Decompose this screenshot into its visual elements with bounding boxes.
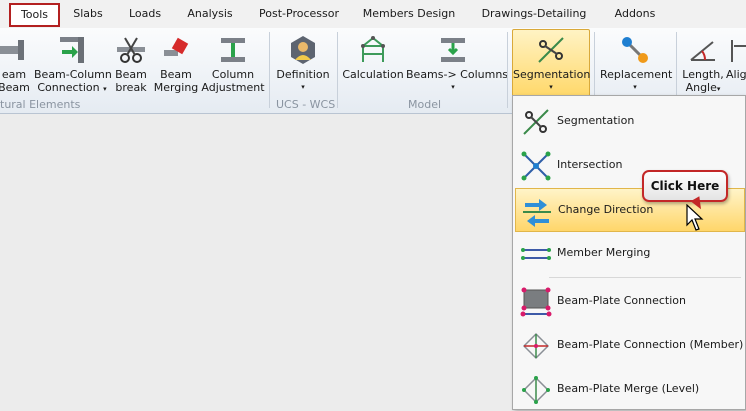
frame-icon — [361, 36, 385, 62]
align-icon — [731, 40, 746, 62]
chevron-down-icon: ▾ — [103, 85, 107, 93]
tab-tools[interactable]: Tools — [9, 3, 60, 27]
ribbon-separator — [507, 32, 508, 108]
scissors-icon — [538, 37, 564, 63]
menu-item-member-merging[interactable]: Member Merging — [515, 232, 743, 274]
beam-beam-label-2: Beam — [0, 81, 30, 94]
beam-column-label: Beam-Column — [34, 68, 112, 81]
beam-beam-label: eam — [1, 68, 27, 81]
chevron-down-icon: ▾ — [301, 83, 305, 91]
scissors-icon — [117, 37, 145, 63]
beam-break-label-2: break — [115, 81, 147, 94]
tab-drawings-detailing[interactable]: Drawings-Detailing — [478, 5, 590, 23]
beam-column-icon — [60, 37, 84, 63]
beam-column-label-2: Connection — [37, 81, 100, 94]
tab-slabs[interactable]: Slabs — [66, 5, 110, 23]
menu-item-label: Intersection — [557, 158, 623, 171]
tab-members-design[interactable]: Members Design — [360, 5, 458, 23]
menu-item-beam-plate-connection-member[interactable]: Beam-Plate Connection (Member) — [515, 324, 743, 366]
menu-item-label: Segmentation — [557, 114, 635, 127]
menu-item-label: Change Direction — [558, 203, 654, 216]
change-direction-icon — [523, 199, 551, 227]
beams-columns-label: Beams-> Columns — [406, 68, 509, 81]
replacement-label: Replacement — [600, 68, 673, 81]
group-label-model: Model — [408, 98, 442, 111]
beams-columns-icon — [441, 38, 465, 62]
beam-merging-label: Beam — [160, 68, 192, 81]
mouse-cursor-icon — [686, 204, 704, 231]
click-here-callout: Click Here — [642, 170, 728, 202]
beam-column-connection-button[interactable]: Beam-Column Connection ▾ — [34, 30, 112, 94]
beam-plate-icon — [520, 287, 552, 317]
menu-item-label: Member Merging — [557, 246, 651, 259]
segmentation-label: Segmentation — [513, 68, 591, 81]
chevron-down-icon: ▾ — [451, 83, 455, 91]
beam-merge-icon — [164, 37, 189, 56]
beam-break-label: Beam — [115, 68, 147, 81]
tab-loads[interactable]: Loads — [121, 5, 169, 23]
scissors-icon — [523, 109, 549, 135]
segmentation-dropdown: Segmentation Intersection Change Directi… — [512, 95, 746, 410]
definition-label: Definition — [276, 68, 330, 81]
menu-item-beam-plate-connection[interactable]: Beam-Plate Connection — [515, 280, 743, 322]
beam-beam-button[interactable]: eam Beam — [0, 30, 34, 94]
replacement-button[interactable]: Replacement ▾ — [600, 30, 673, 94]
menu-item-beam-plate-merge-level[interactable]: Beam-Plate Merge (Level) — [515, 368, 743, 410]
angle-icon — [690, 41, 715, 61]
menu-separator — [549, 277, 741, 278]
group-label-structural: tural Elements — [0, 98, 81, 111]
length-angle-label-2: Angle — [685, 81, 717, 94]
length-angle-label: Length, — [682, 68, 724, 81]
ribbon-separator — [337, 32, 338, 108]
column-adjustment-label-2: Adjustment — [201, 81, 265, 94]
calculation-label: Calculation — [342, 68, 404, 81]
intersection-icon — [521, 151, 551, 181]
replacement-icon — [622, 37, 648, 63]
beam-break-button[interactable]: Beam break — [112, 30, 150, 94]
align-label: Alig — [726, 68, 746, 81]
group-label-ucs: UCS - WCS — [276, 98, 336, 111]
beam-plate-member-icon — [522, 332, 550, 360]
chevron-down-icon: ▾ — [716, 85, 721, 93]
column-adjustment-button[interactable]: Column Adjustment — [201, 30, 265, 94]
beam-beam-icon — [0, 40, 24, 60]
ribbon-separator — [269, 32, 270, 108]
beam-merging-button[interactable]: Beam Merging — [152, 30, 200, 94]
column-adjust-icon — [221, 38, 245, 62]
chevron-down-icon: ▾ — [549, 83, 553, 91]
tab-analysis[interactable]: Analysis — [183, 5, 237, 23]
definition-button[interactable]: Definition ▾ — [274, 30, 332, 94]
align-button[interactable]: Alig — [726, 30, 746, 94]
segmentation-button[interactable]: Segmentation ▾ — [512, 29, 590, 97]
menu-bar: Tools Slabs Loads Analysis Post-Processo… — [0, 0, 746, 29]
menu-item-label: Beam-Plate Connection (Member) — [557, 338, 744, 351]
beam-plate-merge-icon — [522, 376, 550, 404]
chevron-down-icon: ▾ — [633, 83, 637, 91]
tab-post-processor[interactable]: Post-Processor — [255, 5, 343, 23]
beams-columns-button[interactable]: Beams-> Columns ▾ — [406, 30, 509, 94]
menu-item-segmentation[interactable]: Segmentation — [515, 100, 743, 142]
menu-item-label: Beam-Plate Merge (Level) — [557, 382, 700, 395]
column-adjustment-label: Column — [211, 68, 255, 81]
beam-merging-label-2: Merging — [153, 81, 199, 94]
length-angle-button[interactable]: Length, Angle▾ — [681, 30, 725, 94]
member-merging-icon — [521, 248, 551, 260]
user-icon — [291, 36, 315, 64]
calculation-button[interactable]: Calculation — [342, 30, 404, 94]
tab-addons[interactable]: Addons — [608, 5, 662, 23]
menu-item-label: Beam-Plate Connection — [557, 294, 686, 307]
